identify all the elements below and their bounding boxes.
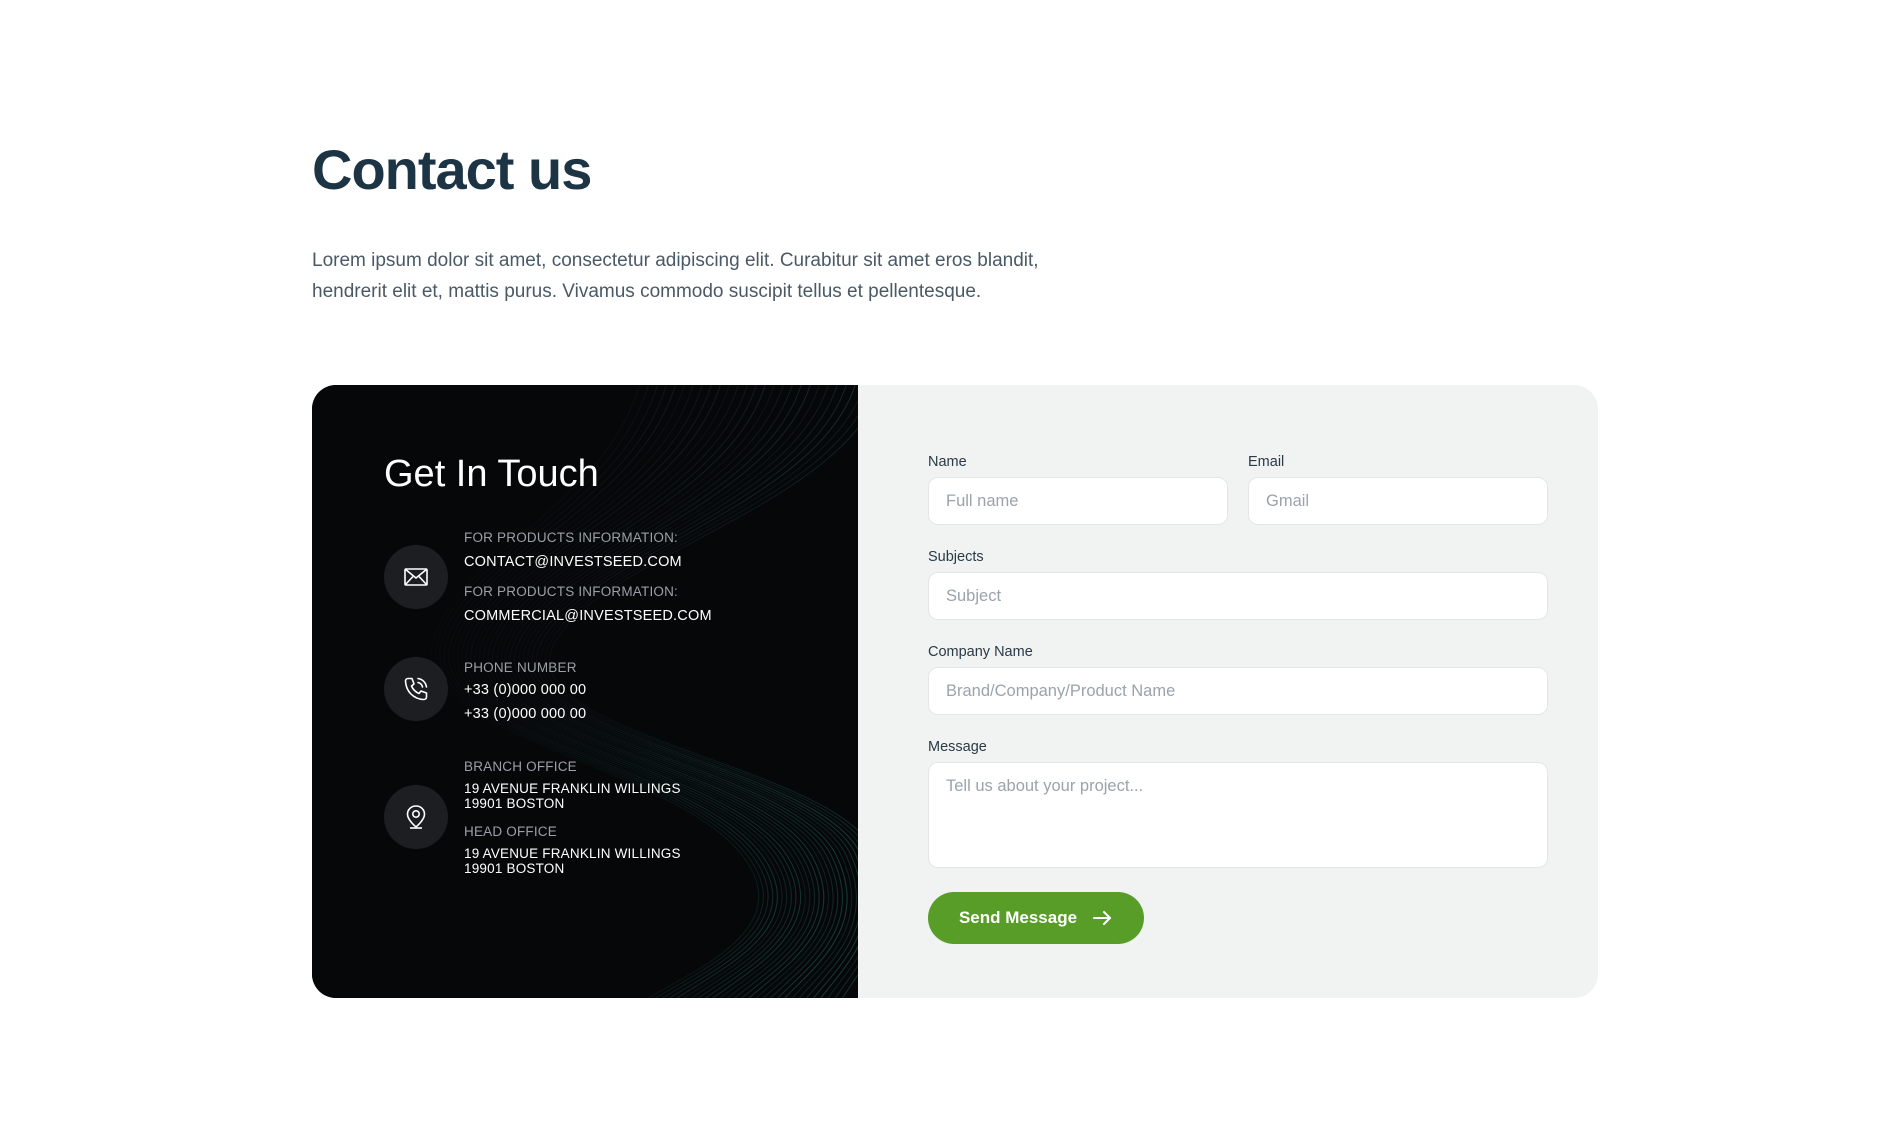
address-info: BRANCH OFFICE 19 AVENUE FRANKLIN WILLING… — [464, 758, 681, 876]
email-icon-circle — [384, 545, 448, 609]
message-textarea[interactable] — [928, 762, 1548, 868]
phone-label: PHONE NUMBER — [464, 660, 577, 675]
map-pin-icon — [406, 805, 426, 829]
branch-office-line-2: 19901 BOSTON — [464, 795, 565, 811]
message-label: Message — [928, 739, 987, 755]
intro-text: Lorem ipsum dolor sit amet, consectetur … — [312, 250, 1039, 302]
page-title: Contact us — [312, 138, 592, 201]
phone-value-1[interactable]: +33 (0)000 000 00 — [464, 680, 586, 700]
email-info: FOR PRODUCTS INFORMATION: CONTACT@INVEST… — [464, 529, 712, 626]
phone-value-2[interactable]: +33 (0)000 000 00 — [464, 704, 586, 724]
get-in-touch-title: Get In Touch — [384, 453, 599, 495]
phone-icon-circle — [384, 657, 448, 721]
get-in-touch-panel: Get In Touch FOR PRODUCTS INFORMATION: C… — [312, 385, 858, 998]
branch-office-label: BRANCH OFFICE — [464, 759, 577, 774]
head-office-line-2: 19901 BOSTON — [464, 860, 565, 876]
contact-form: Name Email Subjects Company Name Message… — [858, 385, 1598, 998]
phone-info: PHONE NUMBER +33 (0)000 000 00 +33 (0)00… — [464, 659, 586, 724]
company-name-label: Company Name — [928, 644, 1033, 660]
subject-input[interactable] — [928, 572, 1548, 620]
name-input[interactable] — [928, 477, 1228, 525]
phone-icon — [404, 677, 428, 701]
company-name-input[interactable] — [928, 667, 1548, 715]
arrow-right-icon — [1093, 911, 1112, 925]
email-value-2[interactable]: COMMERCIAL@INVESTSEED.COM — [464, 606, 712, 626]
email-label-1: FOR PRODUCTS INFORMATION: — [464, 530, 678, 545]
branch-office-line-1: 19 AVENUE FRANKLIN WILLINGS — [464, 781, 681, 796]
email-value-1[interactable]: CONTACT@INVESTSEED.COM — [464, 552, 712, 572]
head-office-label: HEAD OFFICE — [464, 824, 557, 839]
contact-page: Contact us Lorem ipsum dolor sit amet, c… — [0, 0, 1900, 1134]
location-icon-circle — [384, 785, 448, 849]
name-label: Name — [928, 454, 967, 470]
send-message-label: Send Message — [958, 908, 1078, 927]
send-message-button[interactable]: Send Message — [928, 892, 1144, 944]
subject-label: Subjects — [928, 549, 984, 565]
email-label-2: FOR PRODUCTS INFORMATION: — [464, 584, 678, 599]
envelope-icon — [404, 568, 428, 586]
head-office-line-1: 19 AVENUE FRANKLIN WILLINGS — [464, 846, 681, 861]
email-label: Email — [1248, 454, 1285, 470]
contact-card: Get In Touch FOR PRODUCTS INFORMATION: C… — [312, 385, 1598, 998]
email-input[interactable] — [1248, 477, 1548, 525]
